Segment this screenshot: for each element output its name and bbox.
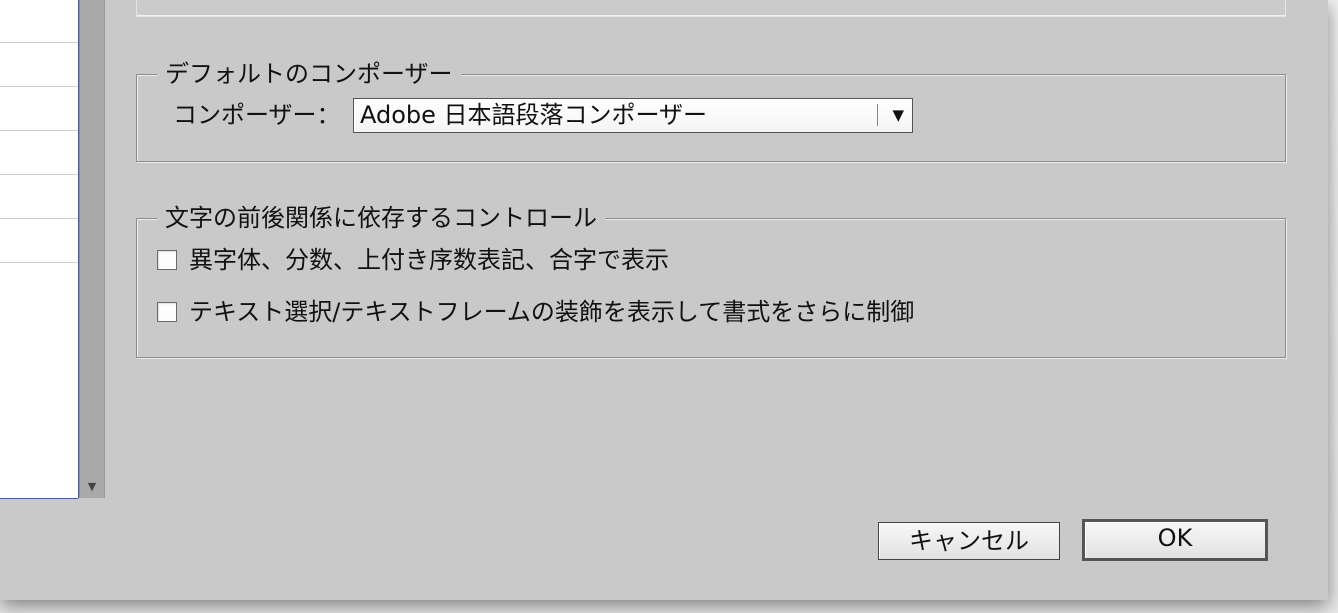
dropdown-arrow-icon[interactable]: ▼: [892, 99, 904, 132]
list-divider: [0, 42, 78, 43]
alternate-glyphs-checkbox[interactable]: [157, 250, 177, 270]
previous-group-box: [136, 0, 1286, 17]
alternate-glyphs-label[interactable]: 異字体、分数、上付き序数表記、合字で表示: [189, 245, 669, 275]
cancel-button[interactable]: キャンセル: [878, 522, 1060, 560]
composer-select[interactable]: Adobe 日本語段落コンポーザー ▼: [353, 98, 913, 133]
context-controls-title: 文字の前後関係に依存するコントロール: [157, 202, 605, 234]
default-composer-title: デフォルトのコンポーザー: [157, 58, 461, 90]
list-bottom-border: [0, 498, 78, 499]
list-divider: [0, 262, 78, 263]
category-list-scrollbar[interactable]: ▼: [79, 0, 105, 498]
scroll-down-arrow-icon[interactable]: ▼: [80, 480, 104, 494]
composer-select-value: Adobe 日本語段落コンポーザー: [360, 101, 708, 129]
default-composer-group: デフォルトのコンポーザー コンポーザー： Adobe 日本語段落コンポーザー ▼: [136, 58, 1286, 162]
preferences-dialog: ▼ デフォルトのコンポーザー コンポーザー： Adobe 日本語段落コンポーザー…: [0, 0, 1328, 600]
text-selection-checkbox[interactable]: [157, 302, 177, 322]
context-controls-group: 文字の前後関係に依存するコントロール 異字体、分数、上付き序数表記、合字で表示 …: [136, 202, 1286, 358]
select-separator: [877, 104, 878, 126]
composer-label: コンポーザー：: [173, 101, 341, 129]
category-list[interactable]: [0, 0, 79, 498]
list-divider: [0, 130, 78, 131]
ok-button[interactable]: OK: [1082, 519, 1268, 561]
list-divider: [0, 86, 78, 87]
list-divider: [0, 174, 78, 175]
text-selection-label[interactable]: テキスト選択/テキストフレームの装飾を表示して書式をさらに制御: [189, 297, 914, 327]
list-divider: [0, 218, 78, 219]
